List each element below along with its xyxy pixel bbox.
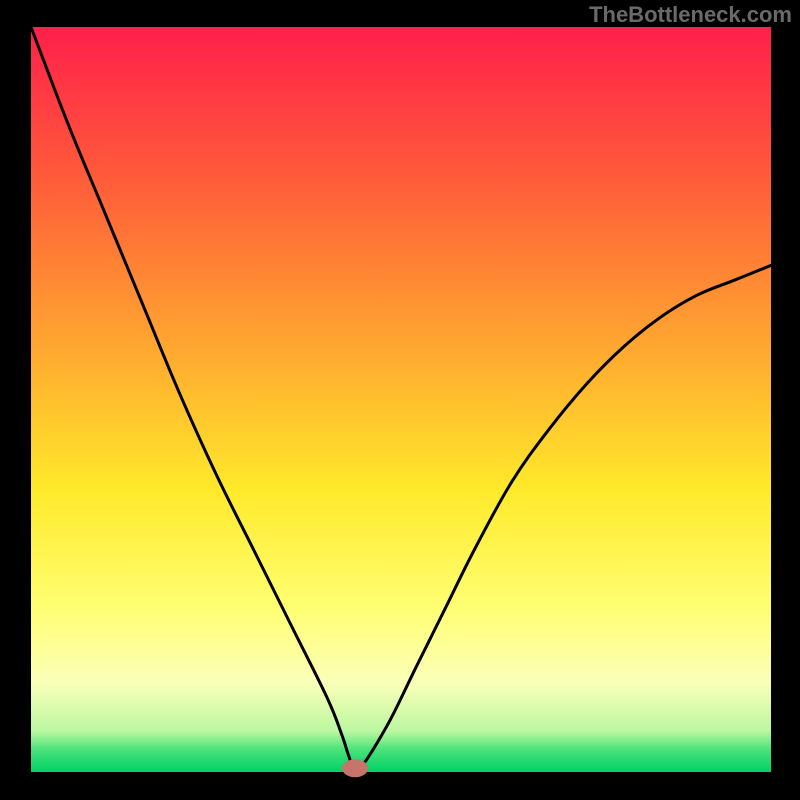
optimal-point-marker [342, 759, 368, 777]
watermark-text: TheBottleneck.com [589, 2, 792, 28]
chart-container: TheBottleneck.com [0, 0, 800, 800]
plot-background [31, 27, 771, 772]
bottleneck-chart [0, 0, 800, 800]
